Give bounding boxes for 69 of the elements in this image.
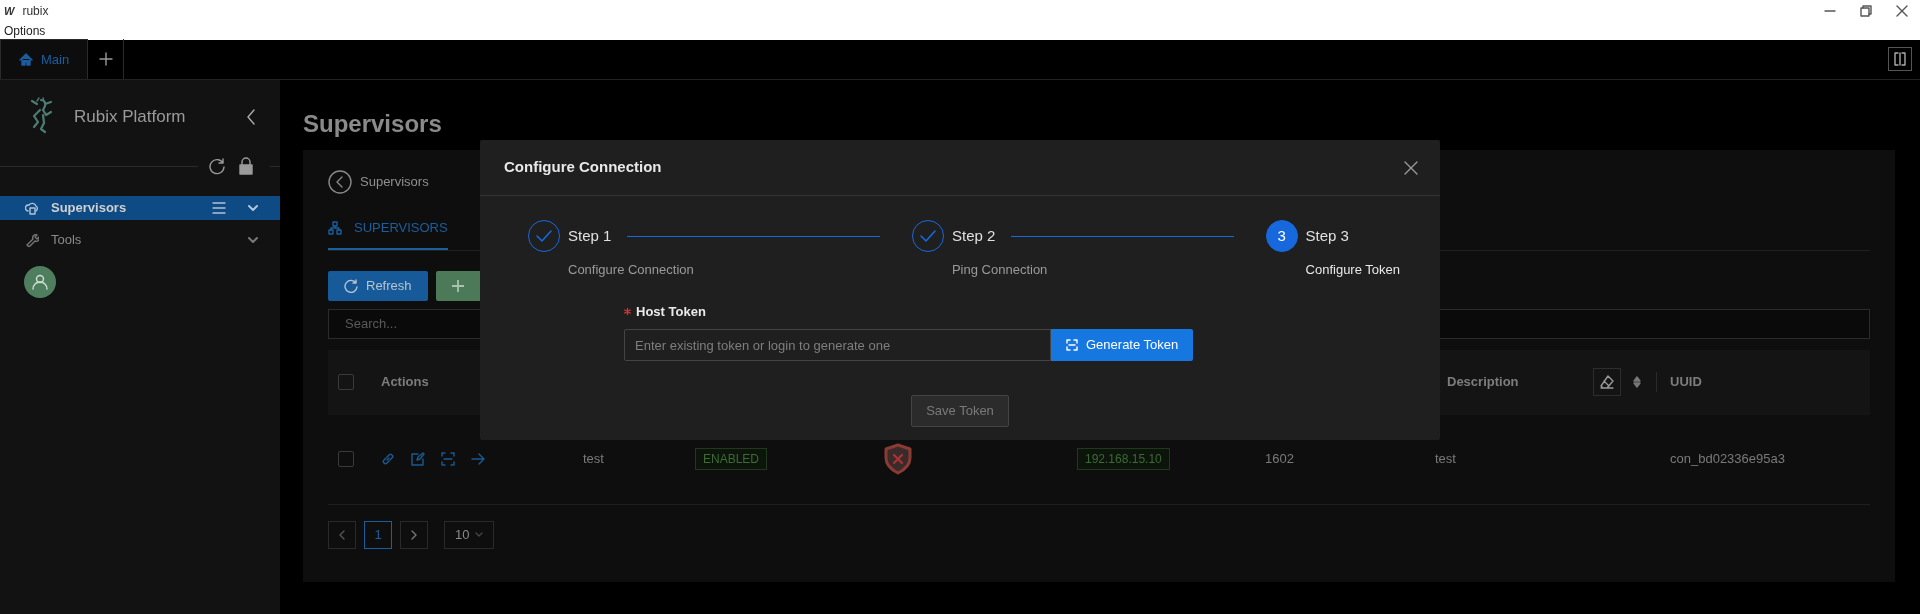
- hierarchy-icon: [328, 220, 342, 235]
- split-view-button[interactable]: [1888, 47, 1912, 71]
- column-header: Actions: [381, 373, 429, 392]
- refresh-button[interactable]: Refresh: [328, 270, 428, 301]
- refresh-icon: [344, 278, 358, 293]
- check-icon: [536, 230, 552, 242]
- avatar[interactable]: [24, 266, 56, 298]
- menu-icon[interactable]: [212, 202, 226, 214]
- cloud-server-icon: [25, 201, 39, 215]
- chevron-right-icon: [411, 529, 417, 540]
- collapse-icon[interactable]: [246, 109, 256, 125]
- lock-icon[interactable]: [238, 157, 254, 175]
- table-cell-text: con_bd02336e95a3: [1670, 450, 1785, 469]
- check-icon: [919, 230, 936, 242]
- scan-icon: [1066, 339, 1078, 351]
- row-checkbox[interactable]: [338, 451, 354, 467]
- shield-icon: [883, 443, 913, 475]
- arrow-right-icon[interactable]: [471, 452, 485, 466]
- step-indicator: 3: [1265, 220, 1298, 252]
- table-cell-text: test: [583, 450, 604, 469]
- tab[interactable]: SUPERVISORS: [328, 210, 448, 250]
- generate-token-button[interactable]: Generate Token: [1051, 329, 1194, 361]
- step-title: Step 3: [1305, 225, 1349, 246]
- table-cell-text: 1602: [1265, 450, 1294, 469]
- add-tab-icon[interactable]: [98, 52, 113, 66]
- chevron-down-icon[interactable]: [248, 205, 258, 211]
- edit-icon[interactable]: [411, 452, 425, 466]
- page-title: Supervisors: [303, 109, 443, 139]
- chevron-down-icon: [475, 532, 483, 537]
- person-icon: [32, 274, 48, 290]
- link-icon[interactable]: [381, 452, 395, 466]
- close-icon[interactable]: [1896, 5, 1908, 17]
- breadcrumb-label: Supervisors: [360, 173, 429, 192]
- step-title: Step 1: [568, 225, 612, 246]
- brand-name: Rubix Platform: [74, 106, 186, 129]
- close-icon[interactable]: [1404, 160, 1418, 175]
- chevron-down-icon[interactable]: [248, 237, 258, 243]
- restore-icon[interactable]: [1860, 5, 1872, 17]
- select-all-checkbox[interactable]: [338, 374, 354, 390]
- plus-icon: [451, 279, 464, 292]
- column-header: UUID: [1670, 373, 1702, 392]
- home-icon: [19, 53, 33, 66]
- sort-icon[interactable]: [1633, 376, 1641, 388]
- field-label: Host Token: [636, 302, 706, 321]
- sidebar-item[interactable]: Tools: [0, 228, 280, 252]
- app-logo: W: [4, 3, 15, 19]
- column-header: Description: [1447, 373, 1519, 392]
- modal-title: Configure Connection: [504, 157, 662, 178]
- menu-item[interactable]: Options: [4, 22, 46, 40]
- eraser-icon: [1600, 375, 1614, 389]
- token-field[interactable]: Enter existing token or login to generate one: [624, 329, 1051, 361]
- step-title: Step 2: [951, 225, 996, 246]
- step-description: Ping Connection: [951, 261, 1049, 279]
- status-tag: ENABLED: [695, 448, 768, 470]
- back-icon[interactable]: [328, 170, 352, 194]
- app-tab[interactable]: Main: [0, 39, 89, 79]
- step-description: Configure Connection: [568, 261, 695, 279]
- step-description: Configure Token: [1305, 261, 1400, 279]
- refresh-icon[interactable]: [208, 157, 226, 175]
- chevron-left-icon: [339, 529, 345, 540]
- page-button[interactable]: 1: [364, 520, 392, 549]
- window-title: rubix: [22, 3, 49, 20]
- status-tag: 192.168.15.10: [1077, 448, 1170, 470]
- filter-button[interactable]: [1593, 368, 1621, 396]
- split-view-icon: [1893, 52, 1907, 66]
- page-size-select[interactable]: 10: [444, 520, 494, 549]
- wrench-icon: [25, 233, 39, 247]
- sidebar-item[interactable]: Supervisors: [0, 196, 280, 220]
- table-cell-text: test: [1435, 450, 1456, 469]
